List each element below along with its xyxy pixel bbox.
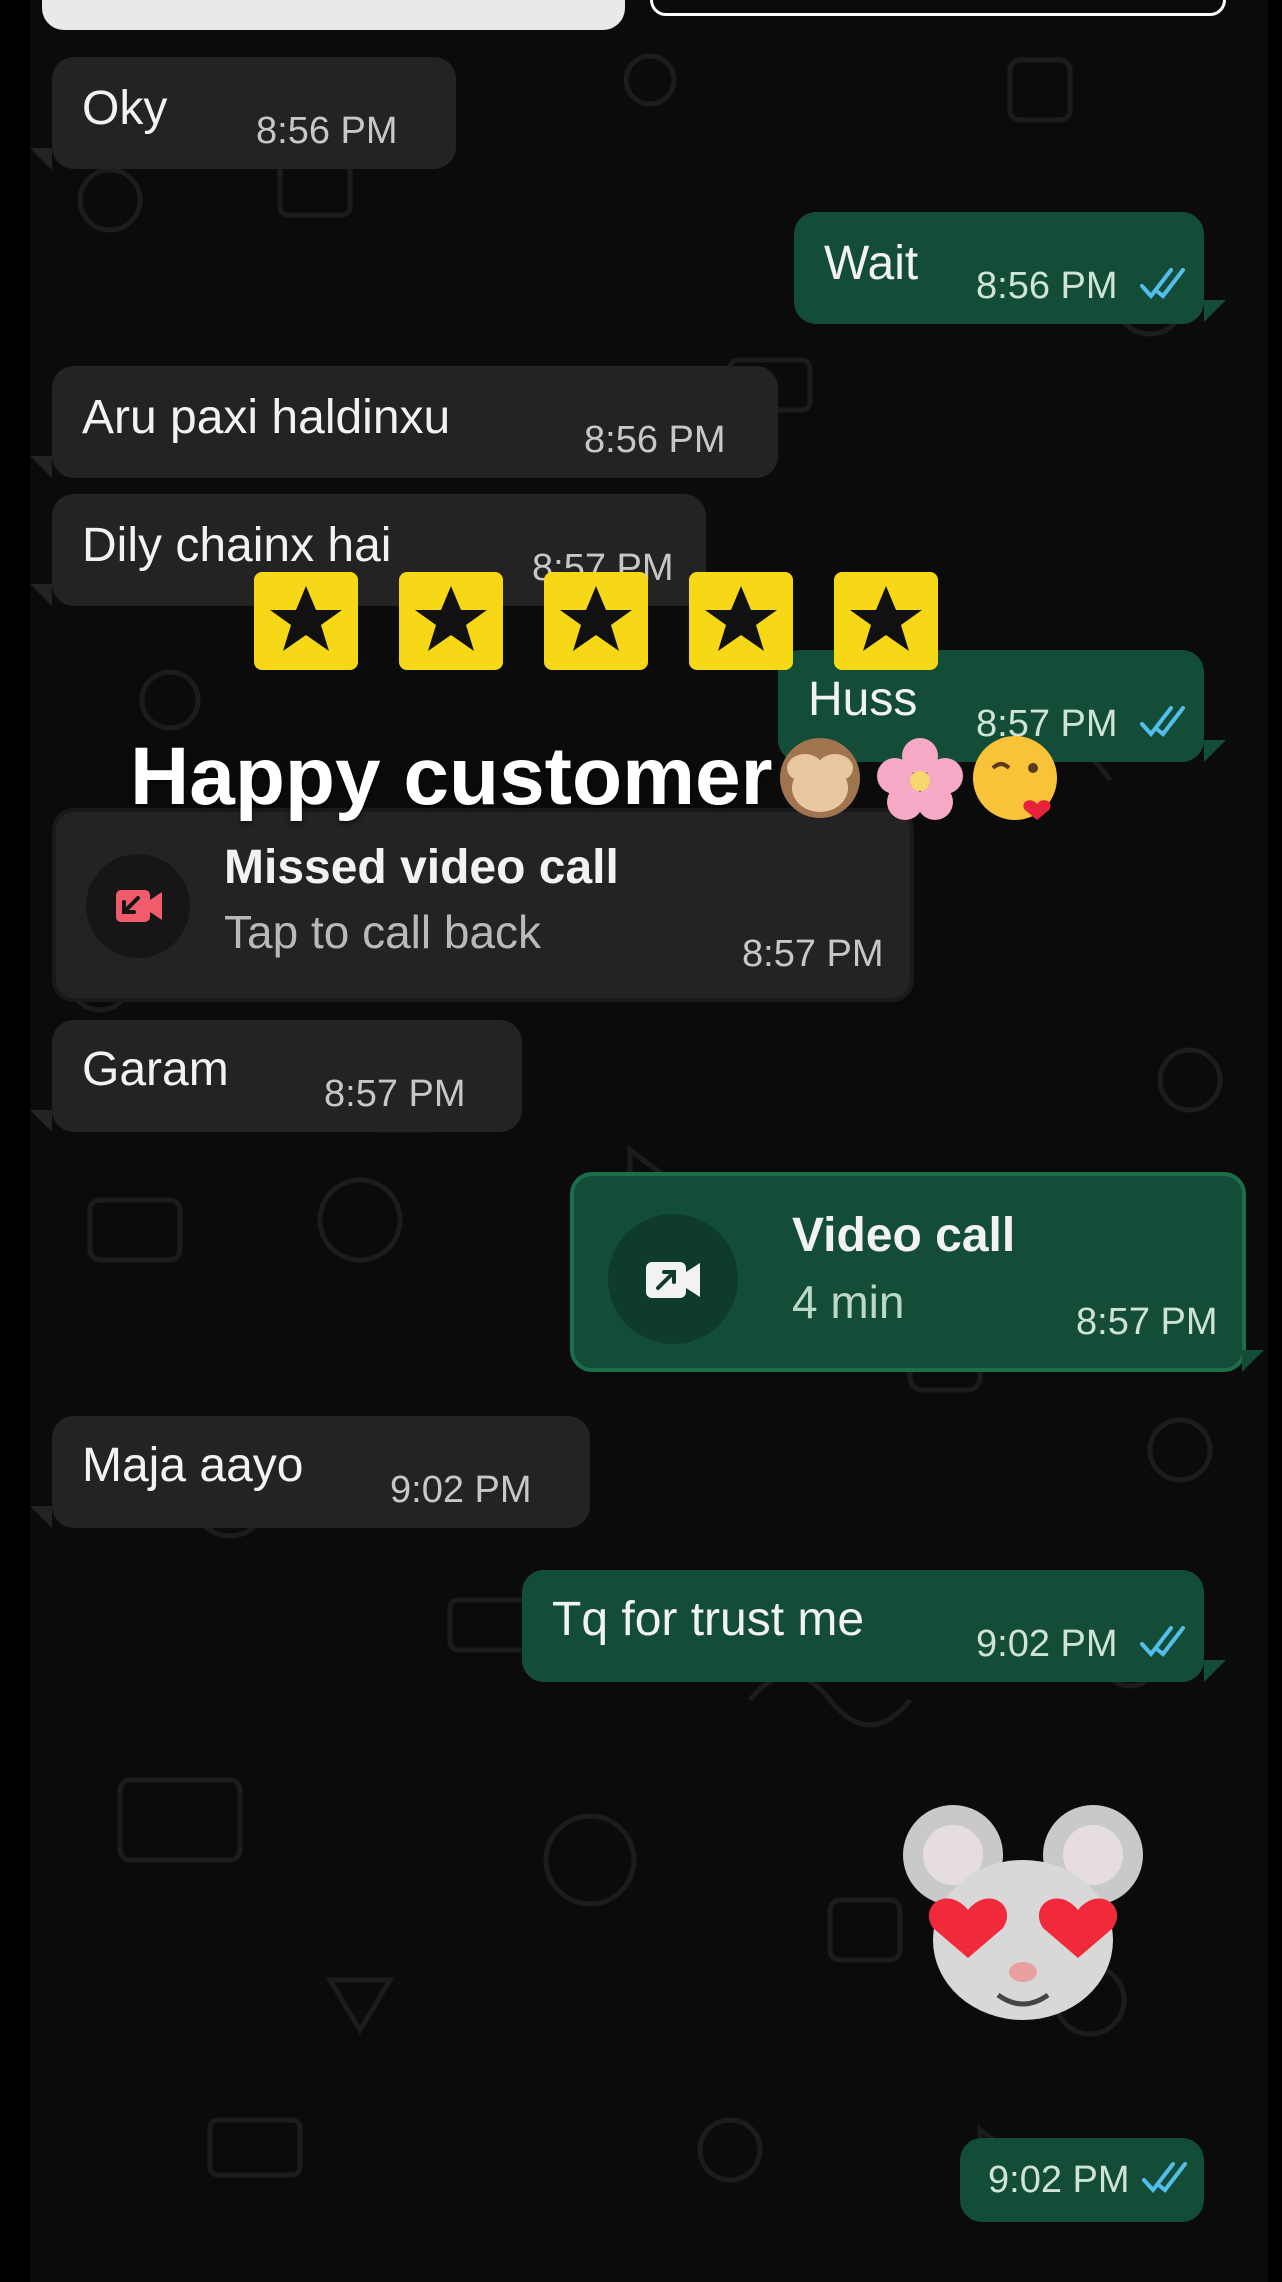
message-time: 8:56 PM [256, 110, 398, 152]
sticker-time-bubble[interactable]: 9:02 PM [960, 2138, 1204, 2222]
message-text: Aru paxi haldinxu [82, 391, 451, 444]
message-outgoing-wait[interactable]: Wait 8:56 PM [794, 212, 1204, 324]
partial-message-bubble[interactable] [42, 0, 625, 30]
cherry-blossom-icon [877, 738, 963, 820]
bubble-tail [30, 584, 52, 606]
message-time: 9:02 PM [976, 1623, 1118, 1665]
star-icon [689, 572, 793, 670]
face-blowing-kiss-icon [973, 736, 1057, 820]
message-incoming-maja[interactable]: Maja aayo 9:02 PM [52, 1416, 590, 1528]
read-ticks-icon [1140, 268, 1185, 300]
bubble-tail [30, 456, 52, 478]
bubble-tail [1242, 1350, 1264, 1372]
call-duration: 4 min [792, 1276, 905, 1328]
call-subtitle: Tap to call back [224, 906, 542, 958]
bubble-tail [1204, 1660, 1226, 1682]
message-text: Tq for trust me [552, 1593, 865, 1646]
message-incoming-oky[interactable]: Oky 8:56 PM [52, 57, 456, 169]
message-text: Maja aayo [82, 1439, 304, 1492]
message-time: 9:02 PM [988, 2159, 1130, 2201]
bubble-tail [1204, 740, 1226, 762]
read-ticks-icon [1140, 1626, 1185, 1658]
bubble-tail [30, 1506, 52, 1528]
bubble-tail [30, 1110, 52, 1132]
message-time: 8:56 PM [976, 265, 1118, 307]
message-outgoing-tq[interactable]: Tq for trust me 9:02 PM [522, 1570, 1204, 1682]
message-incoming-garam[interactable]: Garam 8:57 PM [52, 1020, 522, 1132]
chat-area[interactable]: Oky 8:56 PM Wait 8:56 PM Aru paxi haldin… [30, 0, 1268, 2282]
partial-date-chip [650, 0, 1226, 16]
star-icon [399, 572, 503, 670]
star-icon [834, 572, 938, 670]
bubble-tail [1204, 300, 1226, 322]
star-icon [254, 572, 358, 670]
message-time: 9:02 PM [390, 1469, 532, 1511]
see-no-evil-monkey-icon [780, 738, 860, 818]
missed-video-call-bubble[interactable]: Missed video call Tap to call back 8:57 … [52, 808, 914, 1002]
overlay-caption: Happy customer [130, 731, 773, 822]
message-time: 8:56 PM [584, 419, 726, 461]
message-text: Wait [824, 237, 919, 290]
mouse-heart-eyes-sticker[interactable] [898, 1790, 1148, 2030]
overlay-emojis [775, 726, 1065, 826]
read-ticks-icon [1140, 706, 1185, 738]
call-title: Video call [792, 1209, 1016, 1262]
rating-stars [222, 572, 962, 672]
video-call-bubble[interactable]: Video call 4 min 8:57 PM [570, 1172, 1246, 1372]
message-time: 8:57 PM [742, 933, 884, 975]
message-time: 8:57 PM [324, 1073, 466, 1115]
bubble-tail [30, 148, 52, 170]
outgoing-video-call-icon [608, 1214, 738, 1344]
call-title: Missed video call [224, 841, 619, 894]
message-text: Oky [82, 82, 168, 135]
message-time: 8:57 PM [1076, 1301, 1218, 1343]
star-icon [544, 572, 648, 670]
message-text: Dily chainx hai [82, 519, 392, 572]
message-text: Huss [808, 673, 918, 726]
read-ticks-icon [1142, 2162, 1187, 2194]
missed-video-call-icon [86, 854, 190, 958]
message-incoming-aru[interactable]: Aru paxi haldinxu 8:56 PM [52, 366, 778, 478]
message-text: Garam [82, 1043, 229, 1096]
